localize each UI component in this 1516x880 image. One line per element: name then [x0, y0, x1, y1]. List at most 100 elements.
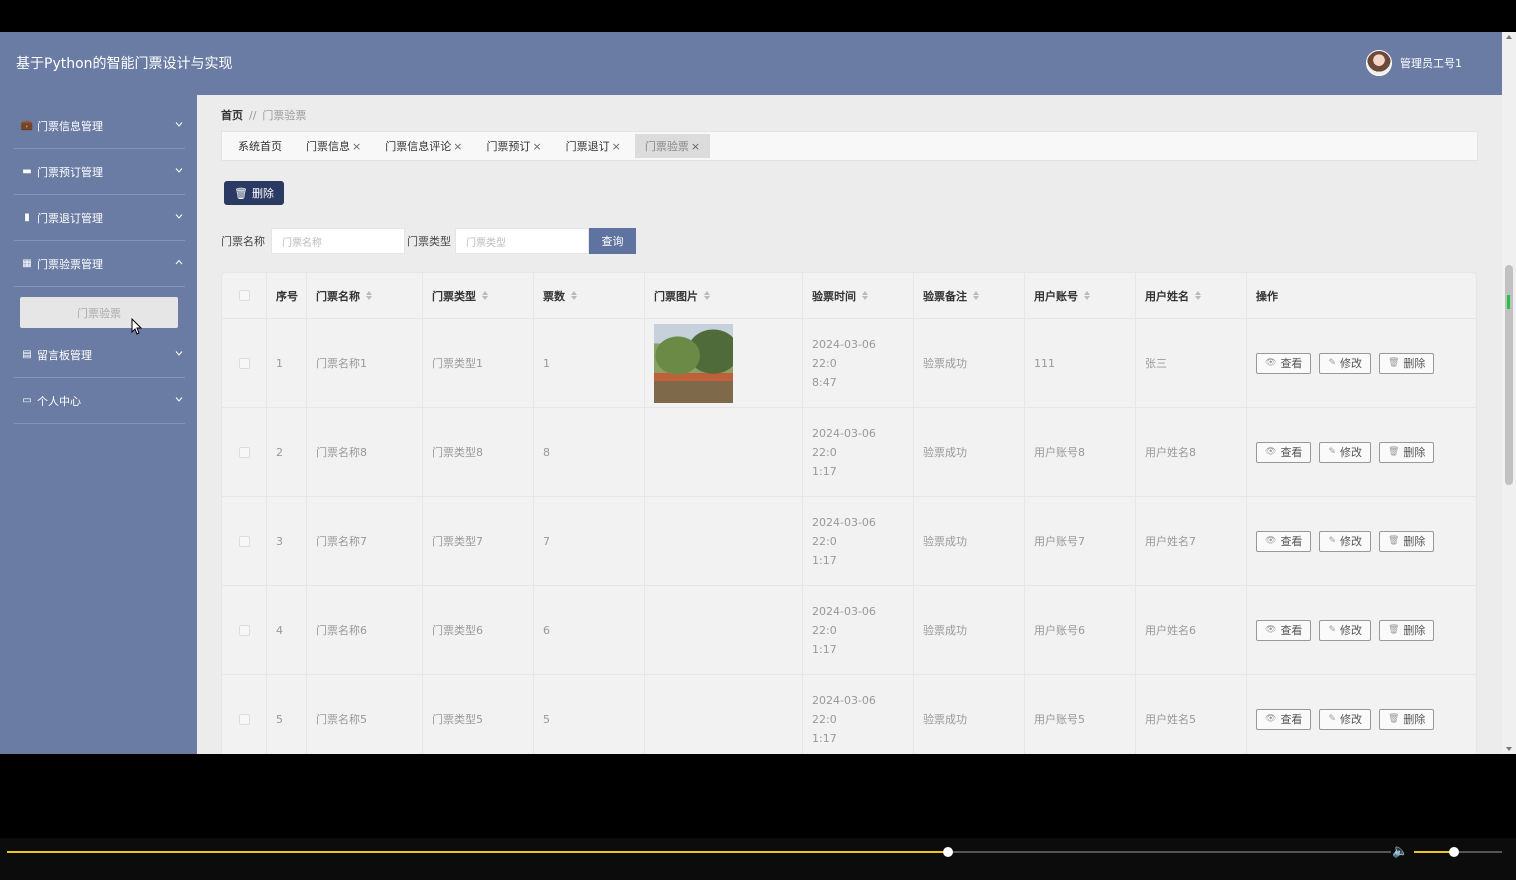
table-header-cell[interactable]: 用户账号: [1025, 273, 1136, 318]
tab[interactable]: 门票退订 ×: [556, 134, 631, 158]
calendar-icon: ▭: [22, 395, 32, 406]
table-header-cell[interactable]: 门票图片: [645, 273, 803, 318]
view-button[interactable]: 👁 查看: [1256, 352, 1312, 374]
tab[interactable]: 门票预订 ×: [476, 134, 551, 158]
select-all-checkbox[interactable]: [238, 290, 250, 301]
header-label: 门票图片: [654, 289, 698, 303]
table-header-cell[interactable]: 验票时间: [803, 273, 914, 318]
scroll-up-arrow-icon[interactable]: [1506, 35, 1512, 39]
volume-icon[interactable]: 🔈: [1392, 844, 1408, 859]
sidebar-item-label: 个人中心: [37, 394, 81, 408]
sort-icon[interactable]: [862, 291, 869, 300]
table-header-cell[interactable]: 门票类型: [423, 273, 534, 318]
delete-button[interactable]: 🗑 删除: [1378, 530, 1435, 552]
row-checkbox[interactable]: [238, 357, 250, 369]
row-checkbox[interactable]: [238, 446, 250, 458]
seek-bar[interactable]: [7, 847, 1391, 857]
delete-button[interactable]: 🗑 删除: [1378, 352, 1435, 374]
table-header-cell[interactable]: 用户姓名: [1136, 273, 1247, 318]
scroll-down-arrow-icon[interactable]: [1506, 747, 1512, 751]
table-cell: 2: [267, 408, 307, 496]
delete-button[interactable]: 🗑 删除: [1378, 708, 1435, 730]
view-label: 查看: [1280, 446, 1303, 459]
delete-button[interactable]: 🗑 删除: [1378, 441, 1435, 463]
eye-icon: 👁: [1265, 536, 1277, 546]
ticket-image[interactable]: [654, 323, 733, 403]
row-checkbox[interactable]: [238, 535, 250, 547]
view-button[interactable]: 👁 查看: [1256, 708, 1312, 730]
breadcrumb-home[interactable]: 首页: [221, 109, 243, 122]
tab[interactable]: 门票信息评论 ×: [375, 134, 472, 158]
tab[interactable]: 门票信息 ×: [296, 134, 371, 158]
sort-icon[interactable]: [1084, 291, 1091, 300]
edit-label: 修改: [1339, 624, 1362, 637]
header-label: 序号: [276, 289, 298, 303]
clipboard-icon: ▤: [22, 349, 32, 360]
table-cell: 用户姓名7: [1136, 497, 1247, 585]
table-cell: 2024-03-06 22:0 1:17: [803, 586, 914, 674]
close-icon[interactable]: ×: [532, 140, 541, 153]
volume-fill: [1414, 851, 1454, 853]
edit-button[interactable]: ✎ 修改: [1319, 708, 1371, 730]
sort-icon[interactable]: [366, 291, 373, 300]
tab[interactable]: 系统首页: [228, 134, 292, 158]
tabs-bar: 系统首页 门票信息 × 门票信息评论 × 门票预订 × 门票退订 × 门票验票 ×: [221, 131, 1478, 161]
delete-button[interactable]: 🗑 删除: [1378, 619, 1435, 641]
view-button[interactable]: 👁 查看: [1256, 441, 1312, 463]
chevron-down-icon: [175, 214, 183, 219]
sort-icon[interactable]: [482, 291, 489, 300]
table-cell: 门票名称8: [307, 408, 423, 496]
close-icon[interactable]: ×: [691, 140, 700, 153]
ticket-name-input[interactable]: 门票名称: [271, 228, 405, 254]
volume-knob[interactable]: [1448, 847, 1459, 857]
table-cell: 5: [267, 675, 307, 754]
table-header-cell[interactable]: 票数: [534, 273, 645, 318]
sidebar-item[interactable]: ▬ 门票预订管理: [14, 149, 185, 195]
ticket-type-input[interactable]: 门票类型: [455, 228, 589, 254]
top-header: 基于Python的智能门票设计与实现 管理员工号1: [0, 32, 1502, 95]
table-cell: 验票成功: [914, 408, 1025, 496]
sidebar-item[interactable]: 💼 门票信息管理: [14, 103, 185, 149]
sidebar-item-label: 门票预订管理: [37, 165, 103, 179]
view-button[interactable]: 👁 查看: [1256, 530, 1312, 552]
page-scrollbar[interactable]: [1502, 32, 1516, 754]
user-menu[interactable]: 管理员工号1: [1366, 50, 1462, 76]
sidebar-subitem-ticket-check[interactable]: 门票验票: [20, 297, 178, 328]
sidebar-item[interactable]: ▦ 门票验票管理: [14, 241, 185, 287]
batch-delete-button[interactable]: 🗑 删除: [224, 181, 284, 205]
edit-icon: ✎: [1328, 358, 1336, 368]
volume-slider[interactable]: [1414, 847, 1502, 857]
close-icon[interactable]: ×: [453, 140, 462, 153]
view-button[interactable]: 👁 查看: [1256, 619, 1312, 641]
sort-icon[interactable]: [704, 291, 711, 300]
check-time: 2024-03-06 22:0 1:17: [812, 513, 902, 570]
query-button[interactable]: 查询: [589, 228, 636, 254]
sort-icon[interactable]: [973, 291, 980, 300]
cell-type: 门票类型7: [432, 535, 483, 548]
check-time-line2: 1:17: [812, 464, 837, 478]
table-header-cell[interactable]: 验票备注: [914, 273, 1025, 318]
table-cell: 验票成功: [914, 586, 1025, 674]
seek-knob[interactable]: [943, 847, 954, 857]
cell-note: 验票成功: [923, 535, 967, 548]
header-label: 操作: [1256, 289, 1278, 303]
tab[interactable]: 门票验票 ×: [634, 134, 711, 158]
check-time-line1: 2024-03-06 22:0: [812, 515, 876, 548]
table-header-cell[interactable]: 门票名称: [307, 273, 423, 318]
sort-icon[interactable]: [571, 291, 578, 300]
edit-button[interactable]: ✎ 修改: [1319, 441, 1371, 463]
row-checkbox[interactable]: [238, 713, 250, 725]
sidebar-item[interactable]: ▤ 留言板管理: [14, 332, 185, 378]
row-checkbox[interactable]: [238, 624, 250, 636]
cell-name: 门票名称7: [316, 535, 367, 548]
sidebar-item[interactable]: ▭ 个人中心: [14, 378, 185, 424]
sort-icon[interactable]: [1195, 291, 1202, 300]
ticket-type-label: 门票类型: [407, 235, 451, 248]
close-icon[interactable]: ×: [352, 140, 361, 153]
sidebar-item[interactable]: ▮ 门票退订管理: [14, 195, 185, 241]
close-icon[interactable]: ×: [612, 140, 621, 153]
edit-button[interactable]: ✎ 修改: [1319, 352, 1371, 374]
edit-button[interactable]: ✎ 修改: [1319, 619, 1371, 641]
table-cell: 👁 查看 ✎ 修改 🗑 删除: [1247, 586, 1476, 674]
edit-button[interactable]: ✎ 修改: [1319, 530, 1371, 552]
